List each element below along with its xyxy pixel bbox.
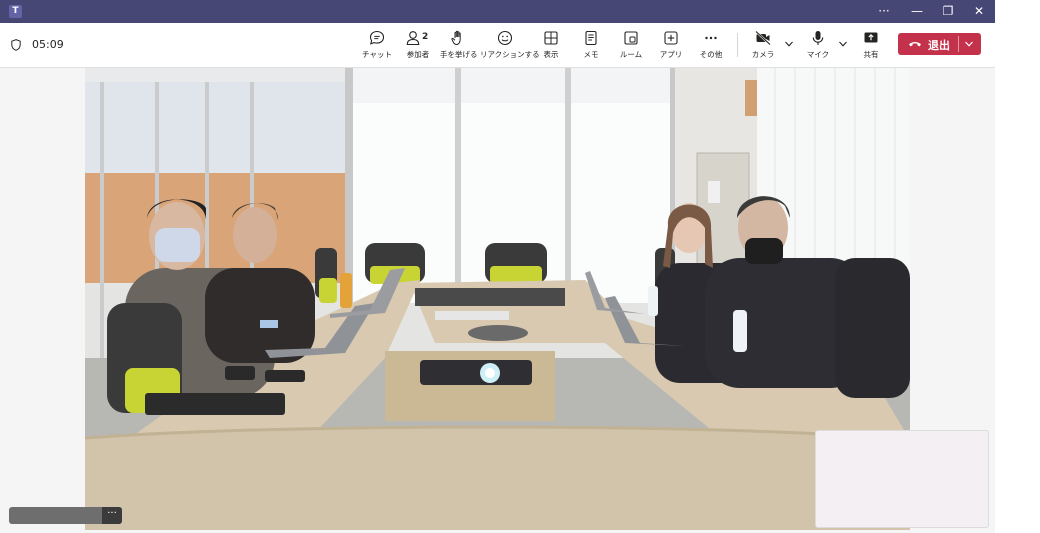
participants-button[interactable]: 2 参加者 [402, 29, 434, 63]
meeting-timer: 05:09 [32, 38, 64, 51]
raise-hand-label: 手を挙げる [440, 50, 478, 59]
chat-label: チャット [362, 50, 392, 59]
grid-view-icon [544, 31, 558, 45]
leave-chevron-down-icon[interactable] [963, 39, 975, 49]
restore-button[interactable]: ❐ [932, 0, 964, 23]
microphone-icon [812, 31, 824, 45]
toolbar-divider [737, 33, 738, 57]
meeting-toolbar: 05:09 チャット 2 参加者 手を挙げる リアクションする 表示 メモ ルー… [0, 23, 995, 68]
mic-chevron-down-icon[interactable] [837, 39, 849, 49]
share-button[interactable]: 共有 [860, 29, 882, 63]
chat-button[interactable]: チャット [362, 29, 392, 63]
mic-button[interactable]: マイク [806, 29, 830, 63]
breakout-rooms-icon [624, 31, 638, 45]
hang-up-icon [909, 41, 921, 47]
rooms-button[interactable]: ルーム [618, 29, 644, 63]
raise-hand-button[interactable]: 手を挙げる [440, 29, 478, 63]
hand-icon [451, 30, 461, 46]
camera-chevron-down-icon[interactable] [783, 39, 795, 49]
react-label: リアクションする [480, 50, 540, 59]
self-view-tile[interactable] [815, 430, 989, 528]
people-icon [406, 31, 420, 46]
rooms-label: ルーム [619, 50, 643, 59]
notes-label: メモ [583, 50, 599, 59]
smiley-icon [497, 30, 513, 46]
chat-icon [369, 30, 385, 45]
notes-button[interactable]: メモ [580, 29, 602, 63]
minimize-button[interactable]: — [901, 0, 933, 23]
notes-icon [585, 30, 597, 46]
more-dots-icon [705, 36, 717, 40]
title-bar: T ··· — ❐ ✕ [0, 0, 995, 23]
apps-button[interactable]: アプリ [658, 29, 684, 63]
mic-label: マイク [806, 50, 830, 59]
shield-icon [11, 39, 21, 51]
leave-label: 退出 [928, 39, 950, 52]
add-app-icon [664, 31, 678, 45]
more-button[interactable]: その他 [697, 29, 725, 63]
more-label: その他 [699, 50, 723, 59]
close-button[interactable]: ✕ [963, 0, 995, 23]
video-stage[interactable] [85, 68, 910, 530]
more-options-button[interactable]: ··· [868, 0, 900, 23]
leave-button[interactable]: 退出 [898, 33, 981, 55]
participants-label: 参加者 [406, 50, 430, 59]
camera-label: カメラ [751, 50, 775, 59]
share-label: 共有 [863, 50, 879, 59]
camera-button[interactable]: カメラ [750, 29, 776, 63]
camera-off-icon [755, 30, 771, 46]
participants-count: 2 [422, 32, 429, 42]
view-button[interactable]: 表示 [538, 29, 564, 63]
react-button[interactable]: リアクションする [480, 29, 540, 63]
teams-logo-icon: T [9, 5, 22, 18]
view-label: 表示 [543, 50, 559, 59]
teams-window: T ··· — ❐ ✕ 05:09 チャット 2 参加者 手を挙げる リアクショ… [0, 0, 995, 533]
meeting-room-video [85, 68, 910, 530]
apps-label: アプリ [659, 50, 683, 59]
participant-name-tag: ··· [9, 507, 122, 524]
leave-divider [958, 36, 959, 52]
participant-more-button[interactable]: ··· [102, 507, 122, 524]
share-screen-icon [864, 32, 878, 43]
